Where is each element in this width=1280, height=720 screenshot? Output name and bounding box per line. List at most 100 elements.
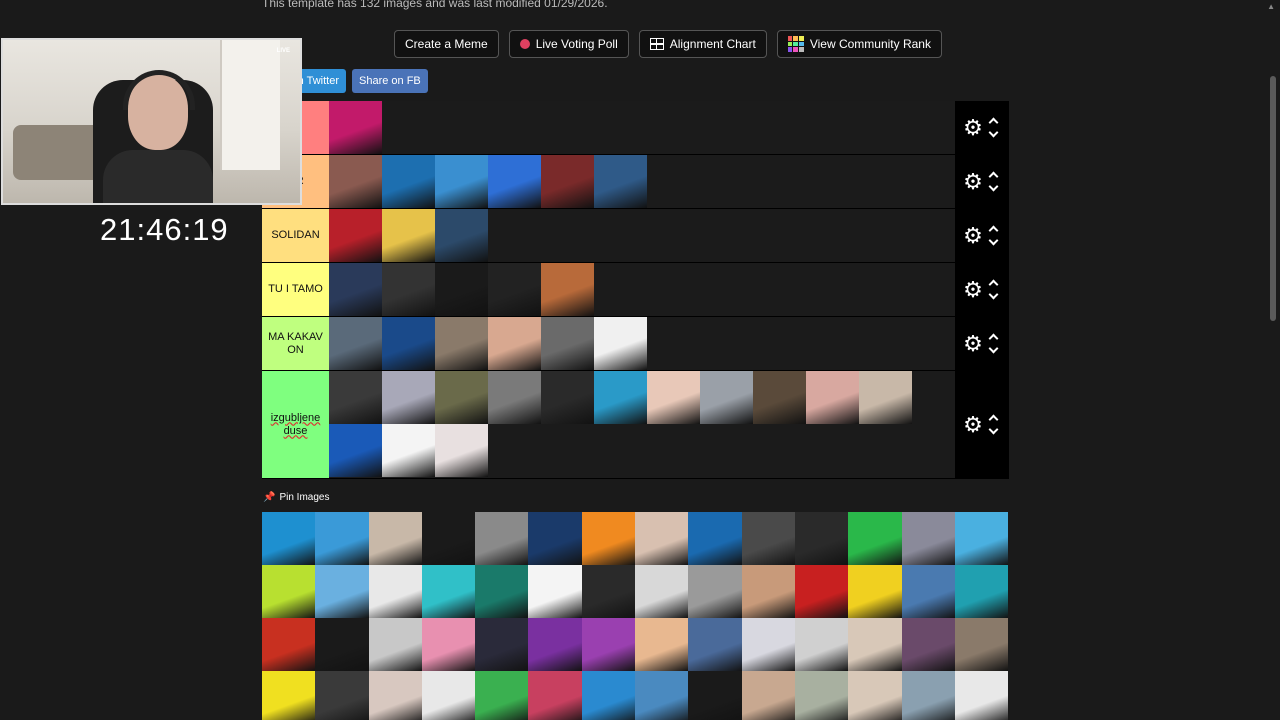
move-down-button[interactable] [987,181,1001,195]
live-voting-poll-button[interactable]: Live Voting Poll [508,30,629,58]
pool-image[interactable] [741,512,795,565]
pool-image[interactable] [688,671,742,720]
pool-image[interactable] [262,512,316,565]
move-up-button[interactable] [987,223,1001,236]
tier-item-image[interactable] [594,317,647,370]
tier-item-image[interactable] [435,209,488,262]
tier-label[interactable]: SOLIDAN [262,209,329,262]
community-rank-button[interactable]: View Community Rank [776,30,942,58]
pool-image[interactable] [581,565,636,618]
pool-image[interactable] [368,565,422,618]
pool-image[interactable] [368,671,422,720]
move-down-button[interactable] [987,424,1001,438]
pool-image[interactable] [901,512,955,565]
pool-image[interactable] [528,565,582,618]
scroll-thumb[interactable] [1270,76,1276,321]
pool-image[interactable] [794,618,849,671]
gear-icon[interactable]: ⚙ [963,224,983,247]
tier-item-image[interactable] [382,317,435,370]
pool-image[interactable] [848,512,902,565]
alignment-chart-button[interactable]: Alignment Chart [638,30,767,58]
pool-image[interactable] [475,512,529,565]
move-up-button[interactable] [987,277,1001,290]
tier-item-image[interactable] [382,263,435,316]
pool-image[interactable] [688,565,742,618]
gear-icon[interactable]: ⚙ [963,278,983,301]
pool-image[interactable] [475,671,529,720]
tier-item-image[interactable] [329,317,382,370]
pool-image[interactable] [475,565,529,618]
pool-image[interactable] [421,671,476,720]
tier-item-image[interactable] [329,424,382,477]
tier-item-image[interactable] [382,424,435,477]
pool-image[interactable] [741,618,795,671]
pool-image[interactable] [475,618,529,671]
tier-item-image[interactable] [859,371,912,424]
tier-item-image[interactable] [329,101,382,154]
tier-item-image[interactable] [435,317,488,370]
pool-image[interactable] [901,565,955,618]
pool-image[interactable] [635,512,689,565]
pool-image[interactable] [368,618,422,671]
pool-image[interactable] [954,512,1009,565]
pool-image[interactable] [741,565,795,618]
share-fb-button[interactable]: Share on FB [352,69,428,93]
tier-item-image[interactable] [488,371,541,424]
tier-item-image[interactable] [488,263,541,316]
tier-item-image[interactable] [382,155,435,208]
pool-image[interactable] [581,671,636,720]
pool-image[interactable] [848,671,902,720]
pool-image[interactable] [315,512,369,565]
move-up-button[interactable] [987,169,1001,182]
gear-icon[interactable]: ⚙ [963,332,983,355]
pool-image[interactable] [688,512,742,565]
pool-image[interactable] [315,565,369,618]
pool-image[interactable] [581,512,636,565]
pool-image[interactable] [688,618,742,671]
tier-item-image[interactable] [329,209,382,262]
tier-item-image[interactable] [806,371,859,424]
move-down-button[interactable] [987,343,1001,357]
move-down-button[interactable] [987,235,1001,249]
create-meme-button[interactable]: Create a Meme [394,30,499,58]
tier-item-image[interactable] [700,371,753,424]
pool-image[interactable] [368,512,422,565]
tier-item-image[interactable] [329,155,382,208]
tier-label[interactable]: TU I TAMO [262,263,329,316]
tier-item-image[interactable] [435,371,488,424]
pool-image[interactable] [635,565,689,618]
tier-item-image[interactable] [435,155,488,208]
gear-icon[interactable]: ⚙ [963,170,983,193]
pool-image[interactable] [262,618,316,671]
tier-item-image[interactable] [435,424,488,477]
pool-image[interactable] [421,512,476,565]
tier-item-image[interactable] [382,209,435,262]
tier-item-image[interactable] [541,371,594,424]
pool-image[interactable] [741,671,795,720]
tier-item-image[interactable] [541,263,594,316]
tier-item-image[interactable] [753,371,806,424]
pool-image[interactable] [794,671,849,720]
tier-item-image[interactable] [541,155,594,208]
pool-image[interactable] [901,671,955,720]
pool-image[interactable] [528,512,582,565]
pin-images-toggle[interactable]: 📌 Pin Images [263,492,329,503]
pool-image[interactable] [262,565,316,618]
scroll-up-arrow-icon[interactable]: ▲ [1267,2,1275,11]
tier-item-image[interactable] [541,317,594,370]
tier-item-image[interactable] [488,317,541,370]
pool-image[interactable] [635,618,689,671]
tier-item-image[interactable] [329,263,382,316]
pool-image[interactable] [794,512,849,565]
pool-image[interactable] [421,565,476,618]
pool-image[interactable] [262,671,316,720]
move-up-button[interactable] [987,115,1001,128]
tier-item-image[interactable] [435,263,488,316]
pool-image[interactable] [954,618,1009,671]
gear-icon[interactable]: ⚙ [963,116,983,139]
pool-image[interactable] [635,671,689,720]
tier-item-image[interactable] [329,371,382,424]
pool-image[interactable] [954,671,1009,720]
tier-label[interactable]: MA KAKAV ON [262,317,329,370]
page-scrollbar[interactable]: ▲ [1267,0,1278,720]
